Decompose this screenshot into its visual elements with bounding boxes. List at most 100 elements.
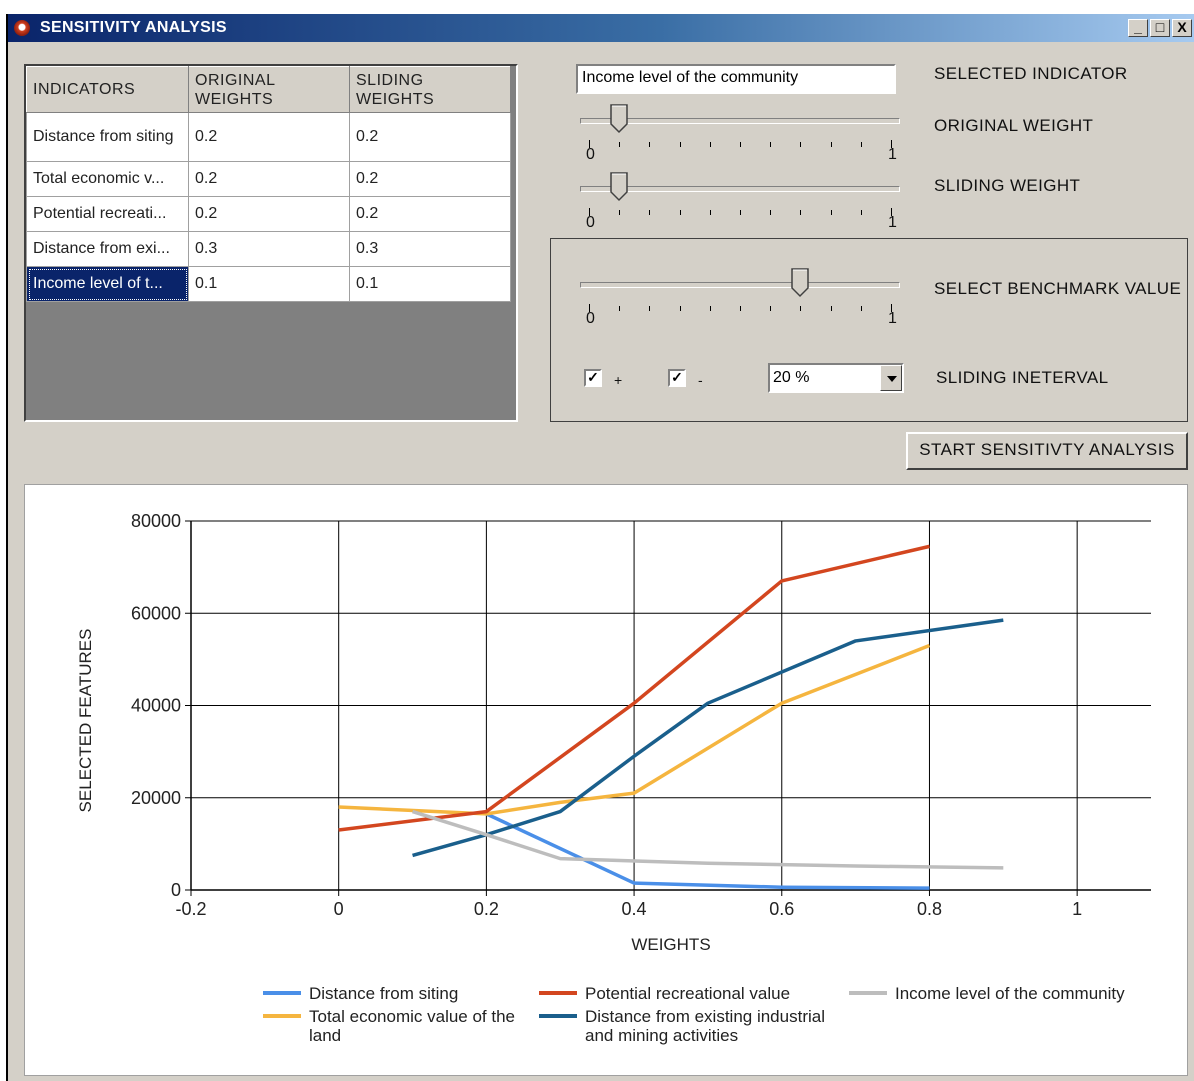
slider-tick bbox=[589, 208, 590, 216]
slider-max-label: 1 bbox=[888, 214, 897, 231]
indicator-cell[interactable]: Total economic v... bbox=[26, 161, 189, 197]
minimize-button[interactable]: _ bbox=[1128, 19, 1148, 37]
start-sensitivity-analysis-button[interactable]: START SENSITIVTY ANALYSIS bbox=[906, 432, 1188, 470]
sliding-weight-cell[interactable]: 0.2 bbox=[349, 196, 511, 232]
slider-tick bbox=[800, 142, 802, 147]
slider-tick bbox=[709, 142, 711, 147]
original-weight-cell[interactable]: 0.2 bbox=[188, 196, 350, 232]
maximize-button[interactable]: □ bbox=[1150, 19, 1170, 37]
slider-tick bbox=[589, 304, 590, 312]
column-header-sliding-weights[interactable]: SLIDING WEIGHTS bbox=[349, 66, 511, 113]
slider-min-label: 0 bbox=[586, 310, 595, 327]
slider-tick bbox=[860, 210, 862, 215]
minus-checkbox[interactable]: ✓ bbox=[668, 369, 686, 387]
indicator-cell[interactable]: Potential recreati... bbox=[26, 196, 189, 232]
y-tick-label: 40000 bbox=[131, 696, 181, 716]
window-title: SENSITIVITY ANALYSIS bbox=[40, 19, 227, 36]
slider-tick bbox=[619, 306, 621, 311]
slider-tick bbox=[891, 304, 892, 312]
y-tick-label: 20000 bbox=[131, 788, 181, 808]
column-header-original-weights[interactable]: ORIGINAL WEIGHTS bbox=[188, 66, 350, 113]
selected-indicator-label: SELECTED INDICATOR bbox=[934, 64, 1128, 83]
benchmark-slider[interactable]: 0 1 bbox=[576, 264, 904, 327]
title-bar: SENSITIVITY ANALYSIS _ □ X bbox=[8, 14, 1194, 42]
header-line: WEIGHTS bbox=[195, 90, 274, 108]
slider-tick bbox=[800, 210, 802, 215]
slider-tick bbox=[740, 210, 741, 215]
slider-min-label: 0 bbox=[586, 214, 595, 231]
slider-min-label: 0 bbox=[586, 146, 595, 163]
slider-max-label: 1 bbox=[888, 146, 897, 163]
y-tick-label: 60000 bbox=[131, 603, 181, 623]
legend-item-label: Income level of the community bbox=[895, 984, 1125, 1003]
slider-tick bbox=[860, 306, 862, 311]
indicator-cell[interactable]: Distance from siting bbox=[26, 112, 189, 162]
table-row[interactable]: Distance from exi... 0.3 0.3 bbox=[26, 231, 511, 267]
slider-tick bbox=[770, 142, 772, 147]
legend-item-label: Distance from existing industrial and min… bbox=[585, 1007, 825, 1045]
header-line: INDICATORS bbox=[33, 81, 136, 98]
original-weight-cell[interactable]: 0.1 bbox=[188, 266, 350, 302]
plus-label: + bbox=[614, 372, 623, 388]
plus-checkbox[interactable]: ✓ bbox=[584, 369, 602, 387]
column-header-indicators[interactable]: INDICATORS bbox=[26, 66, 189, 113]
slider-tick bbox=[860, 142, 862, 147]
original-weight-cell[interactable]: 0.3 bbox=[188, 231, 350, 267]
slider-tick bbox=[649, 142, 651, 147]
table-row-selected[interactable]: Income level of t... 0.1 0.1 bbox=[26, 266, 511, 302]
x-tick-label: 0.2 bbox=[474, 899, 499, 919]
slider-tick bbox=[740, 142, 741, 147]
table-row[interactable]: Distance from siting 0.2 0.2 bbox=[26, 112, 511, 162]
slider-tick bbox=[679, 306, 681, 311]
slider-tick bbox=[830, 210, 832, 215]
close-button[interactable]: X bbox=[1172, 19, 1192, 37]
slider-tick bbox=[830, 142, 832, 147]
indicator-cell[interactable]: Income level of t... bbox=[26, 266, 189, 302]
x-tick-label: 0.6 bbox=[769, 899, 794, 919]
sliding-weight-slider[interactable]: 0 1 bbox=[576, 168, 904, 231]
original-weight-label: ORIGINAL WEIGHT bbox=[934, 116, 1094, 135]
sliding-weight-label: SLIDING WEIGHT bbox=[934, 176, 1081, 195]
slider-tick bbox=[740, 306, 741, 311]
header-line: WEIGHTS bbox=[356, 90, 435, 108]
slider-thumb[interactable] bbox=[610, 172, 628, 202]
sliding-weight-cell[interactable]: 0.2 bbox=[349, 112, 511, 162]
slider-track bbox=[580, 282, 900, 288]
table-row[interactable]: Potential recreati... 0.2 0.2 bbox=[26, 196, 511, 232]
sliding-interval-label: SLIDING INETERVAL bbox=[936, 368, 1109, 387]
original-weight-cell[interactable]: 0.2 bbox=[188, 161, 350, 197]
sensitivity-line-chart: 020000400006000080000-0.2 0 0.2 0.4 0.6 0.8 1W… bbox=[76, 511, 1151, 1045]
original-weight-slider[interactable]: 0 1 bbox=[576, 100, 904, 163]
slider-thumb[interactable] bbox=[610, 104, 628, 134]
x-tick-label: 0.4 bbox=[622, 899, 647, 919]
slider-tick bbox=[770, 306, 772, 311]
indicator-cell[interactable]: Distance from exi... bbox=[26, 231, 189, 267]
y-tick-label: 0 bbox=[171, 880, 181, 900]
slider-tick bbox=[679, 142, 681, 147]
sliding-weight-cell[interactable]: 0.2 bbox=[349, 161, 511, 197]
slider-thumb[interactable] bbox=[791, 268, 810, 298]
slider-tick bbox=[709, 210, 711, 215]
indicators-grid: INDICATORS ORIGINAL WEIGHTS SLIDING WEIGHT… bbox=[24, 64, 518, 422]
x-tick-label: -0.2 bbox=[175, 899, 206, 919]
slider-tick bbox=[830, 306, 832, 311]
slider-tick bbox=[619, 142, 621, 147]
sliding-interval-select[interactable]: 20 % bbox=[768, 363, 904, 393]
x-tick-label: 1 bbox=[1072, 899, 1082, 919]
selected-indicator-field[interactable]: Income level of the community bbox=[576, 64, 896, 94]
sliding-interval-value: 20 % bbox=[773, 369, 810, 386]
grid-header-row: INDICATORS ORIGINAL WEIGHTS SLIDING WEIGHT… bbox=[26, 66, 511, 113]
slider-tick bbox=[770, 210, 772, 215]
sliding-weight-cell[interactable]: 0.3 bbox=[349, 231, 511, 267]
chevron-down-icon[interactable] bbox=[880, 365, 902, 391]
y-tick-label: 80000 bbox=[131, 511, 181, 531]
chart-panel: 0 20000 40000 60000 80000 -0.2 0 0.2 0.4 0.6 0.8 1 W… bbox=[24, 484, 1188, 1076]
slider-tick bbox=[679, 210, 681, 215]
legend-item-label: Distance from siting bbox=[309, 984, 458, 1003]
original-weight-cell[interactable]: 0.2 bbox=[188, 112, 350, 162]
sliding-weight-cell[interactable]: 0.1 bbox=[349, 266, 511, 302]
legend-item-label: Potential recreational value bbox=[585, 984, 790, 1003]
series-line bbox=[485, 812, 930, 890]
slider-max-label: 1 bbox=[888, 310, 897, 327]
table-row[interactable]: Total economic v... 0.2 0.2 bbox=[26, 161, 511, 197]
